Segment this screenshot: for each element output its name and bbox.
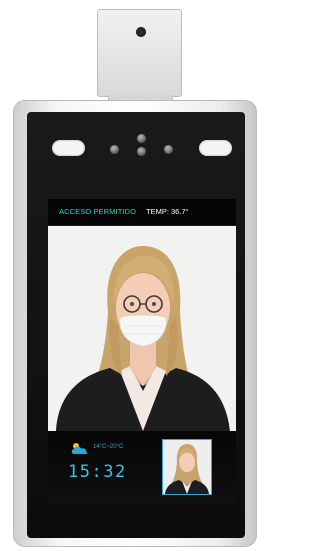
status-bar: ACCESO PERMITIDO TEMP: 36.7° [48, 199, 236, 226]
clock-time: 15:32 [68, 462, 127, 482]
person-thumbnail-image [163, 440, 211, 494]
temperature-readout: TEMP: 36.7° [146, 207, 189, 216]
display-screen: ACCESO PERMITIDO TEMP: 36.7° 14°C~20°C 1… [48, 199, 236, 504]
weather-temperature-range: 14°C~20°C [93, 444, 124, 450]
temperature-value: 36.7° [171, 207, 189, 216]
captured-face-thumbnail [162, 439, 212, 495]
access-status-text: ACCESO PERMITIDO [59, 207, 137, 216]
thermal-sensor-module [97, 9, 182, 97]
right-sensor-dot [164, 145, 173, 154]
temperature-label: TEMP: [146, 207, 169, 216]
right-ir-light [199, 140, 232, 156]
secondary-camera-icon [137, 147, 146, 156]
camera-feed [48, 226, 236, 431]
left-ir-light [52, 140, 85, 156]
weather-cloud-icon [71, 443, 88, 454]
thermal-sensor-lens-icon [136, 27, 146, 37]
camera-icon [137, 134, 146, 143]
person-with-mask-image [48, 226, 236, 431]
info-panel: 14°C~20°C 15:32 [48, 431, 236, 504]
left-sensor-dot [110, 145, 119, 154]
